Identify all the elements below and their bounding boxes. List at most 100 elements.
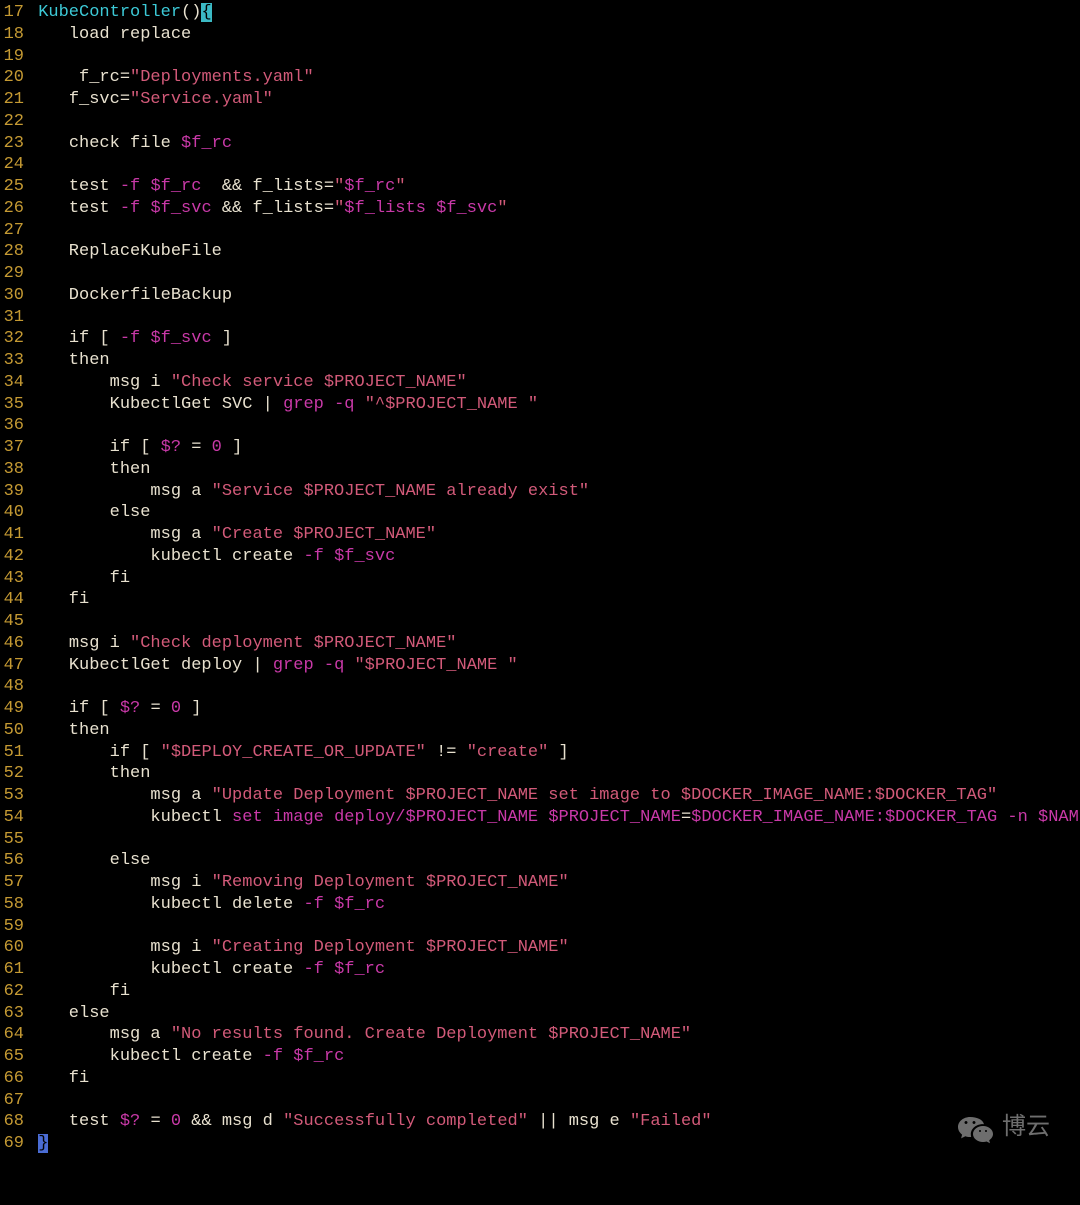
- code-line: [28, 1090, 1080, 1112]
- line-number: 20: [0, 67, 28, 89]
- code-line: f_rc="Deployments.yaml": [28, 67, 1080, 89]
- code-line: KubeController(){: [28, 2, 1080, 24]
- line-number: 47: [0, 655, 28, 677]
- code-line: then: [28, 763, 1080, 785]
- code-line: if [ $? = 0 ]: [28, 698, 1080, 720]
- watermark: 博云: [958, 1114, 1050, 1145]
- line-number: 60: [0, 937, 28, 959]
- code-line: then: [28, 459, 1080, 481]
- code-line: }: [28, 1133, 1080, 1155]
- code-line: [28, 829, 1080, 851]
- code-line: fi: [28, 981, 1080, 1003]
- line-number: 29: [0, 263, 28, 285]
- line-number: 58: [0, 894, 28, 916]
- line-number: 68: [0, 1111, 28, 1133]
- line-number: 62: [0, 981, 28, 1003]
- code-line: fi: [28, 1068, 1080, 1090]
- code-line: else: [28, 502, 1080, 524]
- line-number: 52: [0, 763, 28, 785]
- line-number: 46: [0, 633, 28, 655]
- code-line: test -f $f_svc && f_lists="$f_lists $f_s…: [28, 198, 1080, 220]
- code-line: [28, 263, 1080, 285]
- line-number: 26: [0, 198, 28, 220]
- line-number: 64: [0, 1024, 28, 1046]
- code-line: fi: [28, 589, 1080, 611]
- code-line: msg a "Service $PROJECT_NAME already exi…: [28, 481, 1080, 503]
- line-number: 56: [0, 850, 28, 872]
- code-line: test -f $f_rc && f_lists="$f_rc": [28, 176, 1080, 198]
- line-number: 33: [0, 350, 28, 372]
- line-number: 24: [0, 154, 28, 176]
- line-number: 67: [0, 1090, 28, 1112]
- code-line: [28, 611, 1080, 633]
- code-line: msg i "Check service $PROJECT_NAME": [28, 372, 1080, 394]
- code-line: fi: [28, 568, 1080, 590]
- line-number: 38: [0, 459, 28, 481]
- code-area[interactable]: KubeController(){ load replace f_rc="Dep…: [28, 2, 1080, 1155]
- code-line: f_svc="Service.yaml": [28, 89, 1080, 111]
- code-line: else: [28, 850, 1080, 872]
- line-number: 40: [0, 502, 28, 524]
- code-line: msg a "Update Deployment $PROJECT_NAME s…: [28, 785, 1080, 807]
- code-line: KubectlGet SVC | grep -q "^$PROJECT_NAME…: [28, 394, 1080, 416]
- line-number: 50: [0, 720, 28, 742]
- line-number: 42: [0, 546, 28, 568]
- code-line: kubectl create -f $f_rc: [28, 959, 1080, 981]
- line-number: 37: [0, 437, 28, 459]
- line-number: 45: [0, 611, 28, 633]
- code-line: kubectl delete -f $f_rc: [28, 894, 1080, 916]
- code-line: [28, 307, 1080, 329]
- line-number: 32: [0, 328, 28, 350]
- code-line: test $? = 0 && msg d "Successfully compl…: [28, 1111, 1080, 1133]
- line-number: 41: [0, 524, 28, 546]
- line-number: 19: [0, 46, 28, 68]
- line-number: 53: [0, 785, 28, 807]
- code-line: [28, 111, 1080, 133]
- watermark-text: 博云: [1002, 1114, 1050, 1145]
- code-line: msg i "Removing Deployment $PROJECT_NAME…: [28, 872, 1080, 894]
- code-line: [28, 676, 1080, 698]
- line-number: 51: [0, 742, 28, 764]
- code-line: [28, 916, 1080, 938]
- code-line: if [ -f $f_svc ]: [28, 328, 1080, 350]
- code-line: msg a "No results found. Create Deployme…: [28, 1024, 1080, 1046]
- line-number: 30: [0, 285, 28, 307]
- code-line: if [ "$DEPLOY_CREATE_OR_UPDATE" != "crea…: [28, 742, 1080, 764]
- line-number: 36: [0, 415, 28, 437]
- code-line: then: [28, 350, 1080, 372]
- code-line: msg i "Creating Deployment $PROJECT_NAME…: [28, 937, 1080, 959]
- line-number: 65: [0, 1046, 28, 1068]
- line-number: 69: [0, 1133, 28, 1155]
- line-number: 55: [0, 829, 28, 851]
- line-number: 28: [0, 241, 28, 263]
- code-line: msg a "Create $PROJECT_NAME": [28, 524, 1080, 546]
- line-number: 63: [0, 1003, 28, 1025]
- code-editor[interactable]: 1718192021222324252627282930313233343536…: [0, 0, 1080, 1155]
- line-number: 22: [0, 111, 28, 133]
- code-line: kubectl set image deploy/$PROJECT_NAME $…: [28, 807, 1080, 829]
- code-line: load replace: [28, 24, 1080, 46]
- line-number: 35: [0, 394, 28, 416]
- code-line: kubectl create -f $f_svc: [28, 546, 1080, 568]
- code-line: kubectl create -f $f_rc: [28, 1046, 1080, 1068]
- line-number: 54: [0, 807, 28, 829]
- line-number: 66: [0, 1068, 28, 1090]
- code-line: [28, 220, 1080, 242]
- line-number: 57: [0, 872, 28, 894]
- line-number: 44: [0, 589, 28, 611]
- code-line: msg i "Check deployment $PROJECT_NAME": [28, 633, 1080, 655]
- line-number: 27: [0, 220, 28, 242]
- line-number: 18: [0, 24, 28, 46]
- code-line: ReplaceKubeFile: [28, 241, 1080, 263]
- code-line: [28, 46, 1080, 68]
- code-line: then: [28, 720, 1080, 742]
- line-number: 23: [0, 133, 28, 155]
- wechat-icon: [958, 1115, 994, 1145]
- line-number-gutter: 1718192021222324252627282930313233343536…: [0, 2, 28, 1155]
- line-number: 59: [0, 916, 28, 938]
- line-number: 49: [0, 698, 28, 720]
- code-line: [28, 415, 1080, 437]
- code-line: DockerfileBackup: [28, 285, 1080, 307]
- line-number: 25: [0, 176, 28, 198]
- line-number: 34: [0, 372, 28, 394]
